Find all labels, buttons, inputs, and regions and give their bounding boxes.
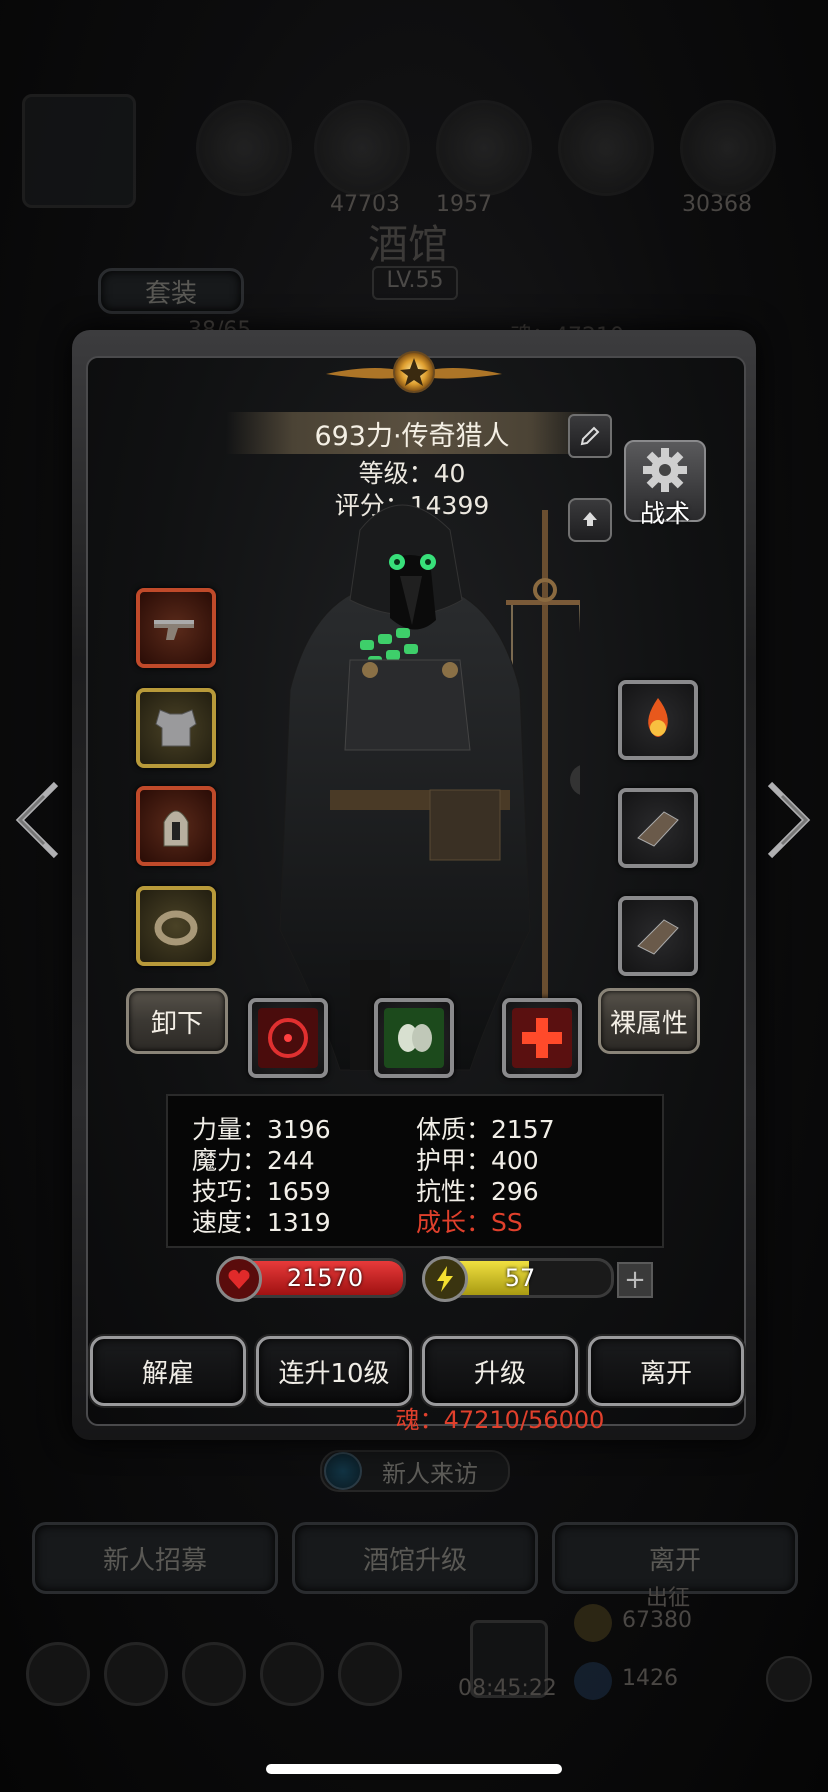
bottom-nav-4 [260, 1642, 324, 1706]
add-energy-button[interactable]: + [617, 1262, 653, 1298]
stat-speed: 速度：1319 [192, 1208, 331, 1237]
visitor-icon [324, 1452, 362, 1490]
tactics-label: 战术 [639, 499, 690, 528]
tab-recruit: 新人招募 [32, 1522, 278, 1594]
skill-slot-3[interactable] [502, 998, 582, 1078]
hero-level: 等级：40 [358, 459, 466, 488]
bottom-nav-3 [182, 1642, 246, 1706]
ring-icon [154, 910, 198, 946]
gauntlet-icon [637, 919, 679, 955]
rename-button[interactable] [568, 414, 612, 458]
bottom-nav-2 [104, 1642, 168, 1706]
resource-icon-5 [680, 100, 776, 196]
resource-icon-2 [314, 100, 410, 196]
gold-amount: 67380 [622, 1608, 692, 1633]
emblem-icon [326, 351, 502, 393]
prev-hero-button[interactable] [10, 780, 66, 879]
home-indicator[interactable] [266, 1764, 562, 1774]
gold-coin-icon [574, 1604, 612, 1642]
level-up-button[interactable]: 升级 [422, 1336, 578, 1406]
gauntlet-icon [637, 811, 679, 847]
armor-slot[interactable] [136, 688, 216, 768]
edit-icon [580, 426, 600, 446]
next-hero-button[interactable] [760, 780, 816, 879]
resource-icon-4 [558, 100, 654, 196]
suit-tab: 套装 [98, 268, 244, 314]
stat-growth: 成长：SS [416, 1208, 523, 1237]
level-up-10-button[interactable]: 连升10级 [256, 1336, 412, 1406]
resource-icon-3 [436, 100, 532, 196]
resource-value-3: 30368 [682, 192, 752, 217]
dismiss-button[interactable]: 解雇 [90, 1336, 246, 1406]
helmet-icon [163, 810, 189, 847]
hero-name-bar: 693力·传奇猎人 [226, 412, 598, 454]
gem-slot-2[interactable] [618, 788, 698, 868]
target-skill-icon [258, 1008, 318, 1068]
visitor-label: 新人来访 [382, 1460, 478, 1488]
bare-attributes-button[interactable]: 裸属性 [598, 988, 700, 1054]
soul-cost: 魂：47210/56000 [395, 1406, 605, 1434]
leave-button[interactable]: 离开 [588, 1336, 744, 1406]
fire-gem-icon [648, 698, 668, 737]
tab-upgrade-tavern: 酒馆升级 [292, 1522, 538, 1594]
gem-slot-3[interactable] [618, 896, 698, 976]
bottom-nav-5 [338, 1642, 402, 1706]
hero-portrait-figure [279, 504, 580, 1071]
hero-name: 693力·传奇猎人 [314, 420, 510, 452]
tavern-level: LV.55 [372, 266, 458, 300]
chest-armor-icon [155, 709, 197, 747]
ring-slot[interactable] [136, 886, 216, 966]
gear-icon [643, 448, 687, 492]
gem-icon [574, 1662, 612, 1700]
gem-amount: 1426 [622, 1666, 678, 1691]
gem-slot-1[interactable] [618, 680, 698, 760]
timer-text: 08:45:22 [458, 1676, 557, 1701]
heal-cross-skill-icon [512, 1008, 572, 1068]
poison-skull-skill-icon [384, 1008, 444, 1068]
skill-slot-1[interactable] [248, 998, 328, 1078]
chevron-left-icon [15, 781, 59, 859]
plus-circle-icon [766, 1656, 812, 1702]
screen-title: 酒馆 [368, 222, 448, 268]
weapon-slot[interactable] [136, 588, 216, 668]
chevron-right-icon [767, 781, 811, 859]
helmet-slot[interactable] [136, 786, 216, 866]
resource-icon-1 [196, 100, 292, 196]
skill-slot-2[interactable] [374, 998, 454, 1078]
hero-portrait [22, 94, 136, 208]
plus-icon: + [624, 1265, 646, 1295]
heart-icon [216, 1256, 262, 1302]
lightning-icon [422, 1256, 468, 1302]
unequip-button[interactable]: 卸下 [126, 988, 228, 1054]
upload-icon [583, 512, 597, 526]
pistol-icon [154, 620, 194, 640]
bottom-nav-1 [26, 1642, 90, 1706]
